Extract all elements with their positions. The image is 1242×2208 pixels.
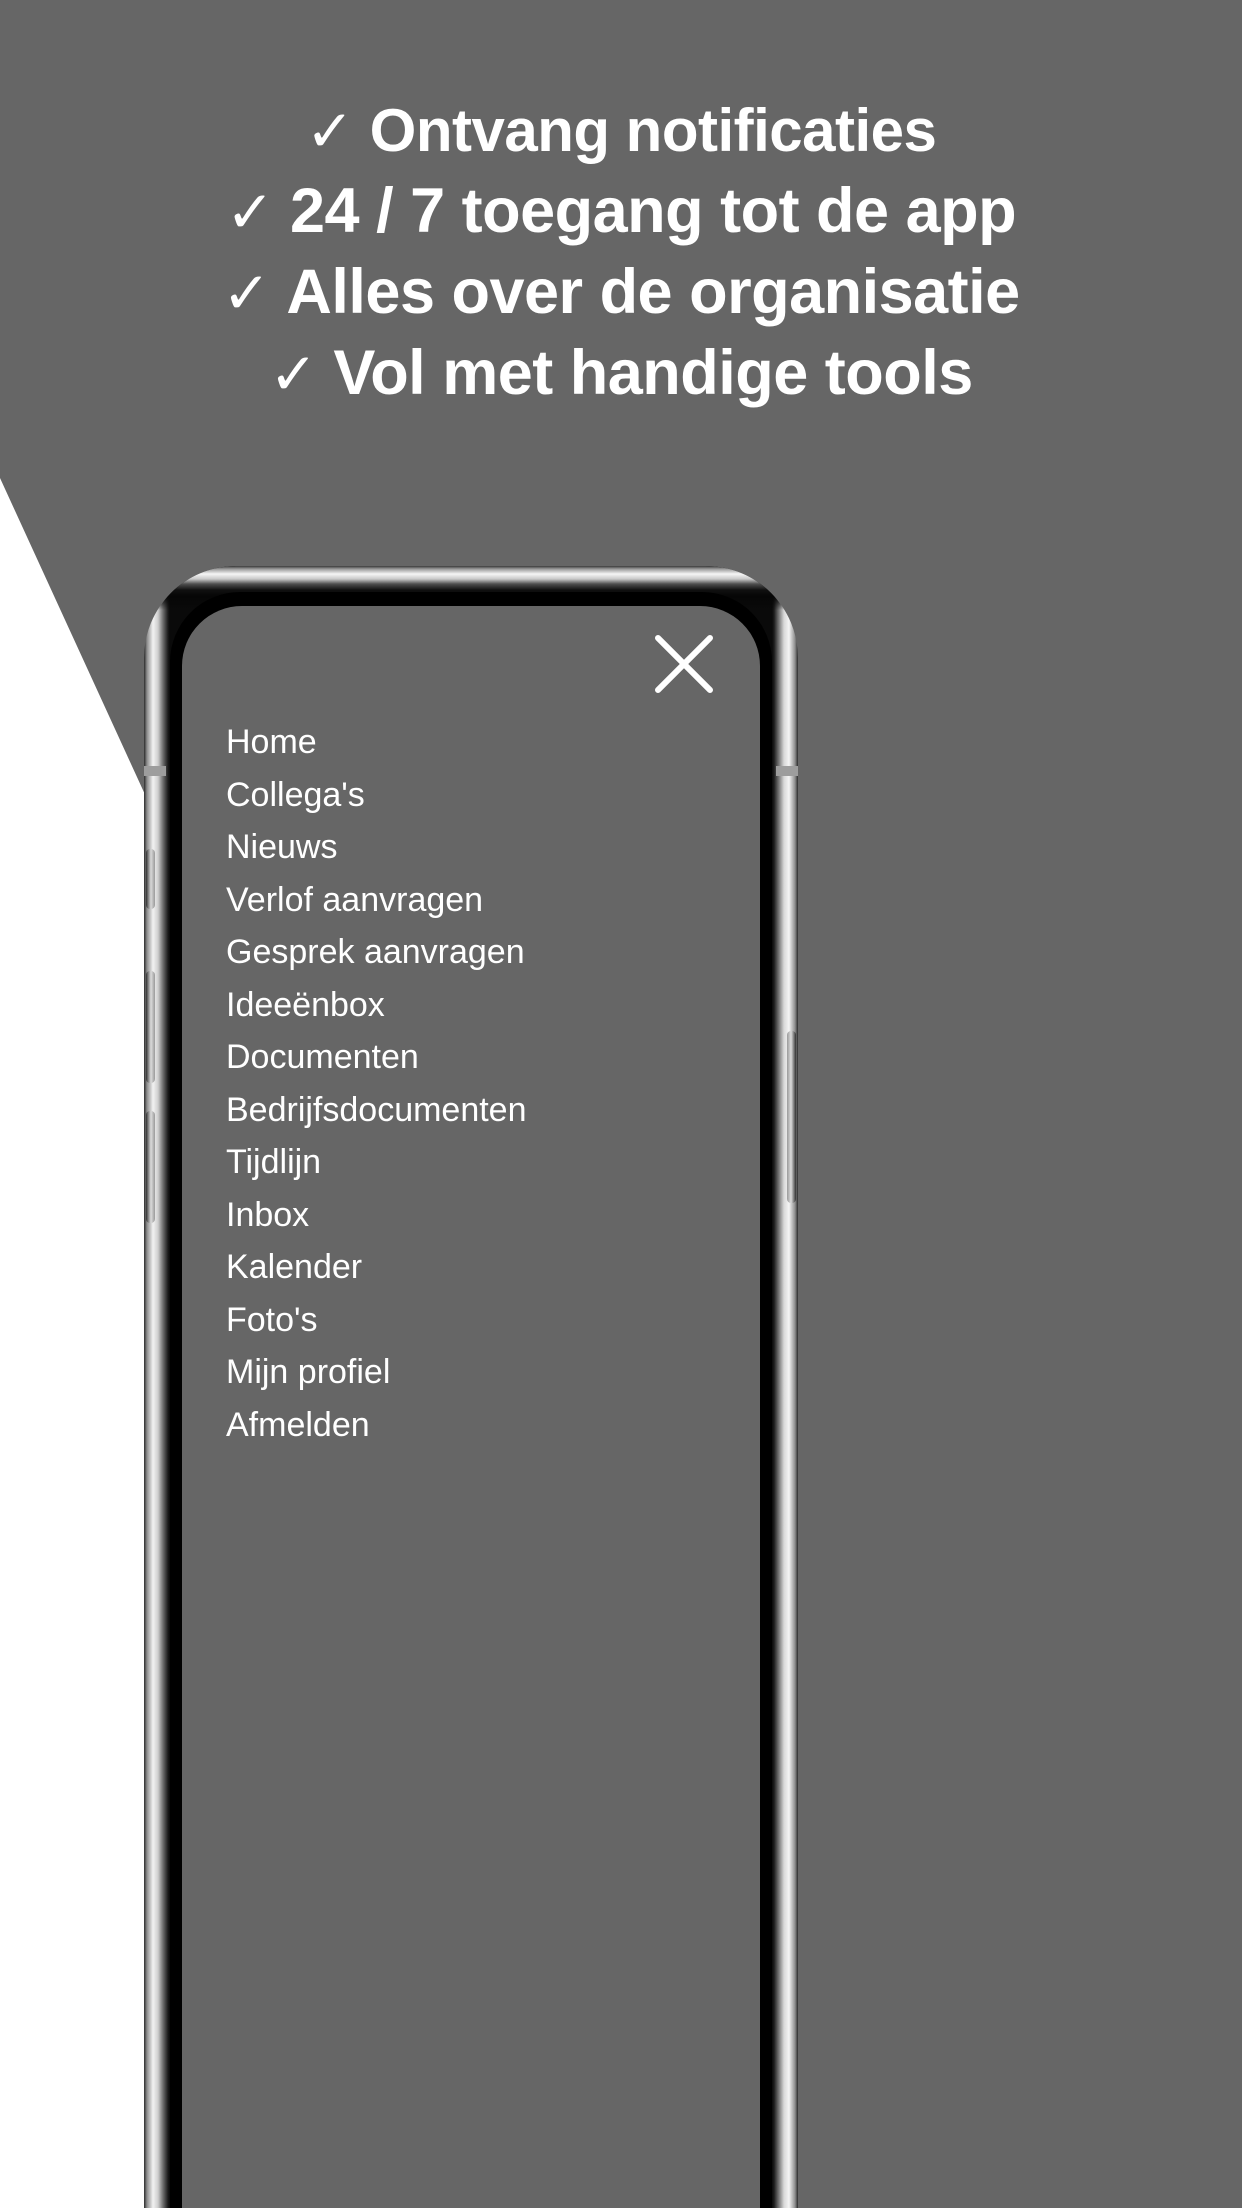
headline-line-3: ✓ Alles over de organisatie bbox=[34, 257, 1208, 329]
menu-item-ideeenbox[interactable]: Ideeënbox bbox=[182, 979, 760, 1031]
phone-screen: Home Collega's Nieuws Verlof aanvragen G… bbox=[182, 606, 760, 2208]
headline-line-4-text: Vol met handige tools bbox=[333, 338, 973, 408]
headline-line-2-text: 24 / 7 toegang tot de app bbox=[290, 176, 1017, 246]
headline-line-4: ✓ Vol met handige tools bbox=[34, 338, 1208, 410]
headline-line-1-text: Ontvang notificaties bbox=[369, 97, 937, 164]
menu-item-gesprek-aanvragen[interactable]: Gesprek aanvragen bbox=[182, 926, 760, 978]
close-x-icon bbox=[648, 628, 720, 700]
phone-mockup: Home Collega's Nieuws Verlof aanvragen G… bbox=[144, 566, 798, 2208]
check-icon: ✓ bbox=[305, 99, 355, 164]
power-button[interactable] bbox=[787, 1031, 796, 1203]
headline-line-2: ✓ 24 / 7 toegang tot de app bbox=[34, 176, 1208, 248]
navigation-menu: Home Collega's Nieuws Verlof aanvragen G… bbox=[182, 716, 760, 1451]
menu-item-fotos[interactable]: Foto's bbox=[182, 1294, 760, 1346]
headline-line-3-text: Alles over de organisatie bbox=[286, 257, 1020, 327]
check-icon: ✓ bbox=[269, 342, 318, 407]
menu-item-documenten[interactable]: Documenten bbox=[182, 1031, 760, 1083]
antenna-seam-right bbox=[776, 766, 798, 776]
menu-item-nieuws[interactable]: Nieuws bbox=[182, 821, 760, 873]
volume-up-button[interactable] bbox=[146, 971, 155, 1083]
menu-item-kalender[interactable]: Kalender bbox=[182, 1241, 760, 1293]
menu-item-home[interactable]: Home bbox=[182, 716, 760, 768]
volume-down-button[interactable] bbox=[146, 1111, 155, 1223]
headline-line-1: ✓ Ontvang notificaties bbox=[34, 96, 1208, 167]
menu-item-afmelden[interactable]: Afmelden bbox=[182, 1399, 760, 1451]
menu-item-tijdlijn[interactable]: Tijdlijn bbox=[182, 1136, 760, 1188]
menu-item-bedrijfsdocumenten[interactable]: Bedrijfsdocumenten bbox=[182, 1084, 760, 1136]
menu-item-mijn-profiel[interactable]: Mijn profiel bbox=[182, 1346, 760, 1398]
menu-item-collegas[interactable]: Collega's bbox=[182, 769, 760, 821]
menu-item-verlof-aanvragen[interactable]: Verlof aanvragen bbox=[182, 874, 760, 926]
antenna-seam-left bbox=[144, 766, 166, 776]
check-icon: ✓ bbox=[222, 261, 271, 326]
mute-switch[interactable] bbox=[146, 849, 155, 909]
promo-screenshot: ✓ Ontvang notificaties ✓ 24 / 7 toegang to… bbox=[0, 0, 1242, 2208]
check-icon: ✓ bbox=[225, 180, 275, 245]
close-menu-button[interactable] bbox=[648, 628, 720, 700]
menu-item-inbox[interactable]: Inbox bbox=[182, 1189, 760, 1241]
headline-block: ✓ Ontvang notificaties ✓ 24 / 7 toegang to… bbox=[0, 96, 1242, 419]
